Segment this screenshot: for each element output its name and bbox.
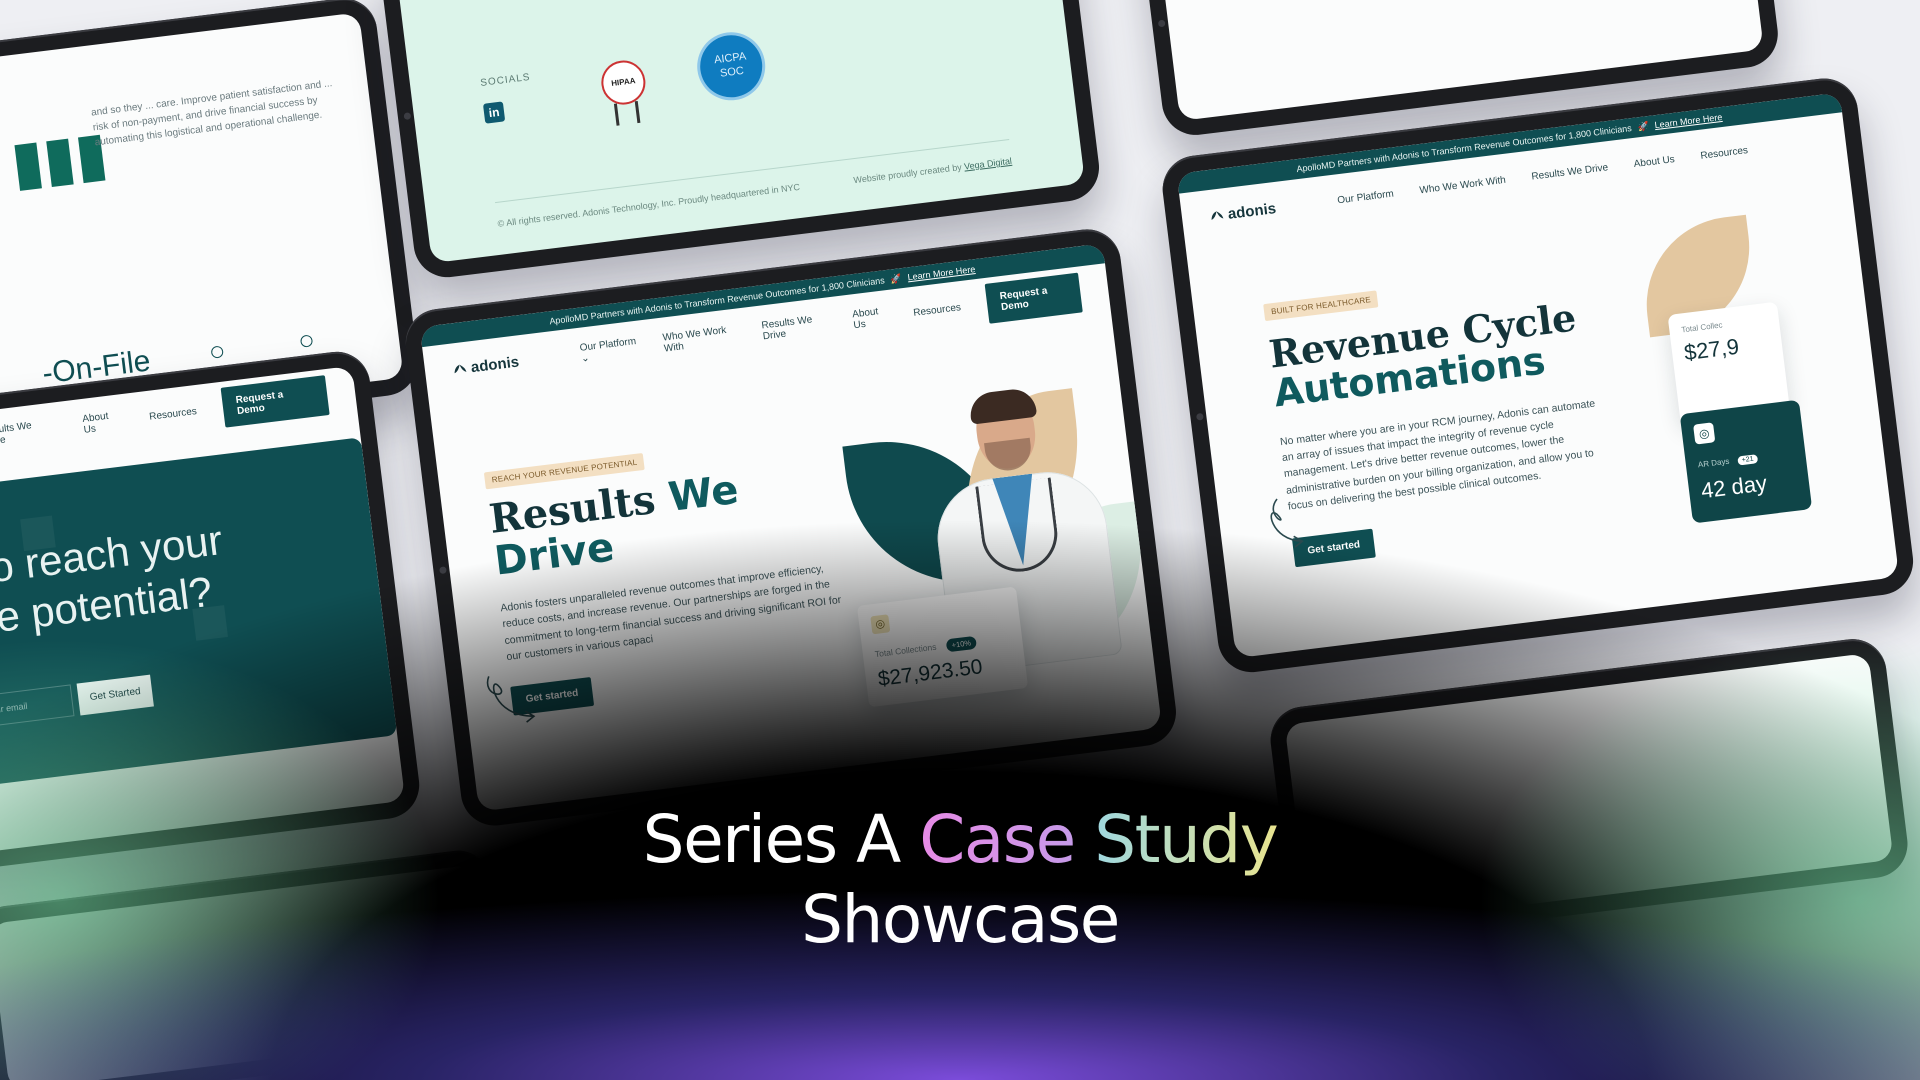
hero-body: No matter where you are in your RCM jour… bbox=[1279, 397, 1596, 513]
leaf-icon bbox=[454, 364, 467, 374]
headline-study: Study bbox=[1094, 801, 1279, 878]
target-icon: ◎ bbox=[870, 614, 891, 635]
nav-about-us[interactable]: About Us bbox=[852, 305, 889, 331]
card-value: 42 day bbox=[1699, 470, 1769, 504]
bar-graphic bbox=[14, 134, 106, 191]
site-credit: Website proudly created by Vega Digital bbox=[853, 156, 1012, 185]
tablet-camera bbox=[439, 566, 447, 575]
tablet-screen: ApolloMD Partners with Adonis to Transfo… bbox=[419, 243, 1163, 812]
headline-case: Case bbox=[919, 801, 1076, 878]
curly-arrow-icon bbox=[486, 676, 536, 723]
headline-line1: Series A Case Study bbox=[0, 800, 1920, 880]
tablet-camera bbox=[403, 112, 412, 121]
rocket-icon: 🚀 bbox=[889, 272, 903, 284]
nav-who-we-work-with[interactable]: Who We Work With bbox=[662, 324, 738, 355]
request-demo-button[interactable]: Request a Demo bbox=[984, 272, 1083, 324]
showcase-headline: Series A Case Study Showcase bbox=[0, 800, 1920, 960]
headline-series-a: Series A bbox=[642, 801, 920, 878]
nav-results-we-drive[interactable]: Results We Drive bbox=[761, 313, 829, 342]
curly-arrow-icon bbox=[1270, 498, 1304, 548]
logo-text: adonis bbox=[1226, 199, 1277, 223]
get-started-button[interactable]: Get Started bbox=[76, 674, 154, 716]
ar-days-card: ◎ AR Days +21 42 day bbox=[1679, 399, 1813, 524]
hipaa-badge-icon: HIPAA bbox=[598, 58, 648, 108]
nav-resources[interactable]: Resources bbox=[149, 406, 198, 423]
credit-link[interactable]: Vega Digital bbox=[964, 156, 1013, 172]
cta-panel: eady to reach your evenue potential? Ent… bbox=[0, 437, 398, 797]
total-collections-card: ◎ Total Collections +10% $27,923.50 bbox=[856, 586, 1029, 708]
stat-label: Total Collections bbox=[874, 641, 937, 660]
card-delta-badge: +21 bbox=[1737, 454, 1759, 466]
bar bbox=[14, 142, 42, 191]
nav-about-us[interactable]: About Us bbox=[82, 409, 125, 436]
card-label: AR Days bbox=[1697, 456, 1730, 470]
bar bbox=[46, 138, 74, 187]
tablet-screen: Who We Work With Results We Drive About … bbox=[0, 365, 406, 863]
card-value: $27,9 bbox=[1682, 333, 1741, 366]
tablet-center-hero: ApolloMD Partners with Adonis to Transfo… bbox=[401, 225, 1180, 830]
nav-resources[interactable]: Resources bbox=[1700, 145, 1749, 162]
hero-eyebrow-pill: BUILT FOR HEALTHCARE bbox=[1263, 290, 1379, 322]
doctor-beard bbox=[984, 437, 1034, 474]
nav-resources[interactable]: Resources bbox=[913, 302, 962, 319]
nav-results-we-drive[interactable]: Results We Drive bbox=[1531, 162, 1609, 182]
feature-icon-1 bbox=[210, 345, 225, 364]
rocket-icon: 🚀 bbox=[1636, 120, 1650, 132]
nav-our-platform[interactable]: Our Platform bbox=[579, 336, 639, 365]
nav-our-platform[interactable]: Our Platform bbox=[1337, 188, 1395, 206]
tablet-camera bbox=[1157, 19, 1166, 28]
nav-about-us[interactable]: About Us bbox=[1633, 154, 1675, 170]
aicpa-soc-badge-icon: AICPA SOC bbox=[696, 31, 766, 101]
feature-body-text: and so they ... care. Improve patient sa… bbox=[90, 78, 333, 149]
ribbon-icon bbox=[613, 100, 641, 126]
socials-label: SOCIALS bbox=[479, 71, 532, 89]
tablet-screen: ApolloMD Partners with Adonis to Transfo… bbox=[1176, 92, 1900, 659]
tablet-right-hero: ApolloMD Partners with Adonis to Transfo… bbox=[1158, 74, 1917, 677]
tablet-screen: SOCIALS in HIPAA AICPA SOC © All rights … bbox=[395, 0, 1086, 264]
stat-value: $27,923.50 bbox=[876, 655, 984, 691]
copyright-text: © All rights reserved. Adonis Technology… bbox=[497, 181, 801, 229]
email-input[interactable]: Enter your email bbox=[0, 684, 75, 731]
linkedin-icon[interactable]: in bbox=[482, 101, 506, 124]
nav-who-we-work-with[interactable]: Who We Work With bbox=[1419, 174, 1507, 196]
feature-icon-2 bbox=[299, 334, 314, 353]
nav-results-we-drive[interactable]: Results We Drive bbox=[0, 417, 59, 448]
tablet-footer: SOCIALS in HIPAA AICPA SOC © All rights … bbox=[377, 0, 1103, 282]
leaf-icon bbox=[1211, 211, 1224, 220]
headline-space bbox=[1075, 801, 1094, 878]
stat-delta-badge: +10% bbox=[945, 635, 977, 653]
headline-line2: Showcase bbox=[801, 881, 1120, 958]
aicpa-line2: SOC bbox=[719, 64, 745, 80]
hero-section: BUILT FOR HEALTHCARE Revenue Cycle Autom… bbox=[1263, 262, 1623, 568]
site-logo[interactable]: adonis bbox=[452, 353, 520, 378]
target-icon: ◎ bbox=[1693, 422, 1716, 445]
logo-text: adonis bbox=[469, 352, 520, 376]
credit-prefix: Website proudly created by bbox=[852, 161, 965, 186]
site-logo[interactable]: adonis bbox=[1209, 200, 1277, 225]
request-demo-button[interactable]: Request a Demo bbox=[220, 375, 330, 428]
tablet-camera bbox=[1196, 412, 1204, 421]
